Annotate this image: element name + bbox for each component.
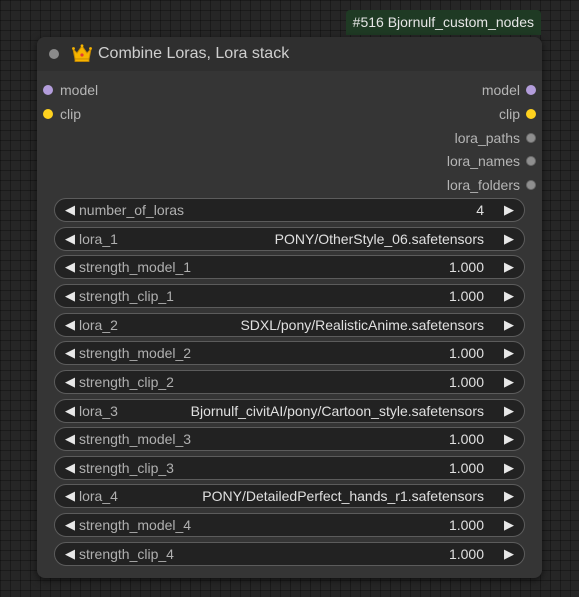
widget-value[interactable]: SDXL/pony/RealisticAnime.safetensors [240, 314, 484, 336]
string-output-connector-icon[interactable] [526, 133, 536, 143]
increment-arrow-icon[interactable]: ▶ [500, 199, 518, 221]
widget-label: strength_model_2 [79, 345, 192, 361]
decrement-arrow-icon[interactable]: ◀ [61, 543, 79, 565]
decrement-arrow-icon[interactable]: ◀ [61, 457, 79, 479]
next-arrow-icon[interactable]: ▶ [500, 485, 518, 507]
output-slot-label: lora_paths [454, 130, 520, 146]
input-slot-label: clip [60, 106, 82, 122]
clip-input-connector-icon[interactable] [43, 109, 53, 119]
widget-label: strength_clip_4 [79, 546, 174, 562]
widget-strength-clip-1[interactable]: ◀ strength_clip_1 1.000 ▶ [54, 284, 525, 308]
widget-value[interactable]: 1.000 [449, 256, 484, 278]
increment-arrow-icon[interactable]: ▶ [500, 457, 518, 479]
widget-value[interactable]: PONY/OtherStyle_06.safetensors [275, 228, 484, 250]
increment-arrow-icon[interactable]: ▶ [500, 256, 518, 278]
decrement-arrow-icon[interactable]: ◀ [61, 514, 79, 536]
next-arrow-icon[interactable]: ▶ [500, 400, 518, 422]
next-arrow-icon[interactable]: ▶ [500, 314, 518, 336]
widget-value[interactable]: 1.000 [449, 543, 484, 565]
output-slot-lora-paths[interactable]: lora_paths [342, 129, 542, 147]
decrement-arrow-icon[interactable]: ◀ [61, 256, 79, 278]
widget-label: number_of_loras [79, 202, 185, 218]
output-slot-clip[interactable]: clip [342, 105, 542, 123]
widget-label: strength_model_3 [79, 431, 192, 447]
previous-arrow-icon[interactable]: ◀ [61, 485, 79, 507]
previous-arrow-icon[interactable]: ◀ [61, 314, 79, 336]
model-input-connector-icon[interactable] [43, 85, 53, 95]
next-arrow-icon[interactable]: ▶ [500, 228, 518, 250]
increment-arrow-icon[interactable]: ▶ [500, 428, 518, 450]
clip-output-connector-icon[interactable] [526, 109, 536, 119]
widget-strength-model-1[interactable]: ◀ strength_model_1 1.000 ▶ [54, 255, 525, 279]
widget-value[interactable]: 1.000 [449, 457, 484, 479]
widget-number-of-loras[interactable]: ◀ number_of_loras 4 ▶ [54, 198, 525, 222]
widget-value[interactable]: Bjornulf_civitAI/pony/Cartoon_style.safe… [191, 400, 484, 422]
node-id-badge: #516 Bjornulf_custom_nodes [345, 10, 541, 35]
widget-value[interactable]: 1.000 [449, 285, 484, 307]
increment-arrow-icon[interactable]: ▶ [500, 514, 518, 536]
widget-strength-model-2[interactable]: ◀ strength_model_2 1.000 ▶ [54, 341, 525, 365]
increment-arrow-icon[interactable]: ▶ [500, 285, 518, 307]
decrement-arrow-icon[interactable]: ◀ [61, 428, 79, 450]
increment-arrow-icon[interactable]: ▶ [500, 342, 518, 364]
widget-value[interactable]: 1.000 [449, 428, 484, 450]
output-slot-label: lora_names [446, 153, 520, 169]
output-slot-label: clip [498, 106, 520, 122]
output-slot-lora-folders[interactable]: lora_folders [342, 176, 542, 194]
output-slot-lora-names[interactable]: lora_names [342, 152, 542, 170]
decrement-arrow-icon[interactable]: ◀ [61, 371, 79, 393]
widget-value[interactable]: 1.000 [449, 371, 484, 393]
widget-strength-clip-4[interactable]: ◀ strength_clip_4 1.000 ▶ [54, 542, 525, 566]
combine-loras-node[interactable]: Combine Loras, Lora stack model clip mod… [37, 37, 542, 578]
widget-label: strength_clip_3 [79, 460, 174, 476]
increment-arrow-icon[interactable]: ▶ [500, 371, 518, 393]
previous-arrow-icon[interactable]: ◀ [61, 228, 79, 250]
crown-icon [72, 44, 92, 62]
widget-label: strength_model_4 [79, 517, 192, 533]
widget-label: strength_model_1 [79, 259, 192, 275]
output-slot-label: lora_folders [446, 177, 520, 193]
widget-value[interactable]: 1.000 [449, 342, 484, 364]
input-slot-label: model [60, 82, 99, 98]
output-slot-label: model [481, 82, 520, 98]
string-output-connector-icon[interactable] [526, 156, 536, 166]
output-slot-model[interactable]: model [342, 81, 542, 99]
widget-value[interactable]: PONY/DetailedPerfect_hands_r1.safetensor… [202, 485, 484, 507]
widget-label: lora_3 [79, 403, 118, 419]
widget-value[interactable]: 4 [476, 199, 484, 221]
widget-lora-2[interactable]: ◀ lora_2 SDXL/pony/RealisticAnime.safete… [54, 313, 525, 337]
widget-strength-model-4[interactable]: ◀ strength_model_4 1.000 ▶ [54, 513, 525, 537]
widget-lora-1[interactable]: ◀ lora_1 PONY/OtherStyle_06.safetensors … [54, 227, 525, 251]
increment-arrow-icon[interactable]: ▶ [500, 543, 518, 565]
decrement-arrow-icon[interactable]: ◀ [61, 199, 79, 221]
widget-lora-4[interactable]: ◀ lora_4 PONY/DetailedPerfect_hands_r1.s… [54, 484, 525, 508]
node-title: Combine Loras, Lora stack [98, 45, 290, 62]
widget-label: lora_4 [79, 488, 118, 504]
string-output-connector-icon[interactable] [526, 180, 536, 190]
node-header[interactable]: Combine Loras, Lora stack [37, 37, 542, 71]
widget-label: lora_1 [79, 231, 118, 247]
previous-arrow-icon[interactable]: ◀ [61, 400, 79, 422]
widget-lora-3[interactable]: ◀ lora_3 Bjornulf_civitAI/pony/Cartoon_s… [54, 399, 525, 423]
widget-strength-model-3[interactable]: ◀ strength_model_3 1.000 ▶ [54, 427, 525, 451]
widget-label: strength_clip_2 [79, 374, 174, 390]
decrement-arrow-icon[interactable]: ◀ [61, 285, 79, 307]
widget-strength-clip-2[interactable]: ◀ strength_clip_2 1.000 ▶ [54, 370, 525, 394]
collapse-toggle-icon[interactable] [49, 49, 59, 59]
widget-label: strength_clip_1 [79, 288, 174, 304]
widget-value[interactable]: 1.000 [449, 514, 484, 536]
widget-label: lora_2 [79, 317, 118, 333]
widget-strength-clip-3[interactable]: ◀ strength_clip_3 1.000 ▶ [54, 456, 525, 480]
model-output-connector-icon[interactable] [526, 85, 536, 95]
decrement-arrow-icon[interactable]: ◀ [61, 342, 79, 364]
